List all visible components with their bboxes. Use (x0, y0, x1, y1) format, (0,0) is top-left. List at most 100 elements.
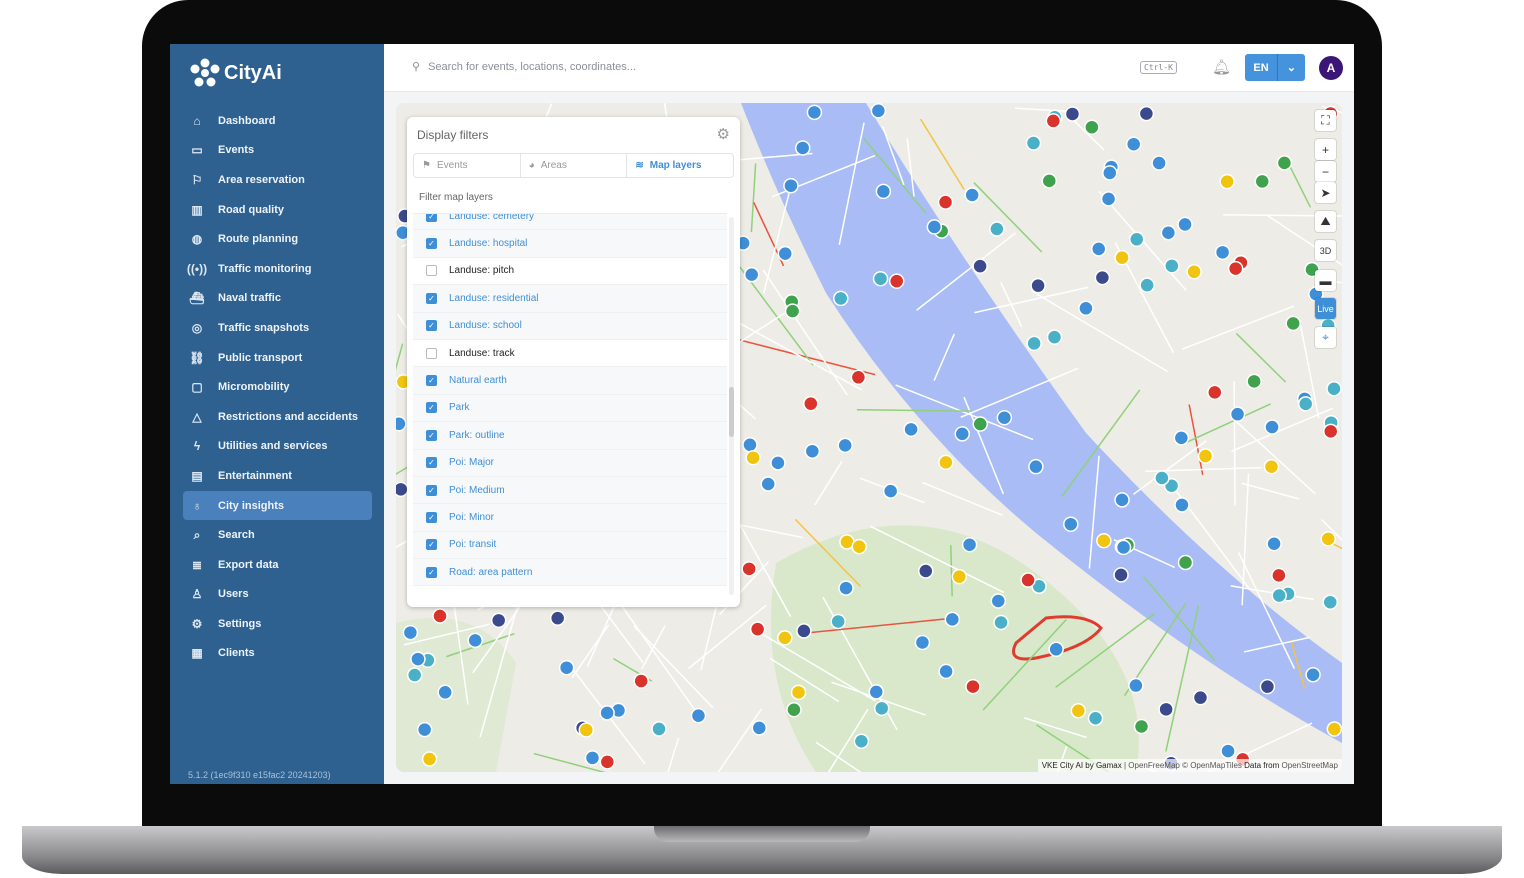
map-marker[interactable] (1220, 743, 1236, 759)
map-marker[interactable] (558, 659, 575, 676)
map-marker[interactable] (837, 437, 853, 454)
map-marker[interactable] (784, 303, 801, 319)
map-marker[interactable] (396, 416, 407, 432)
map-marker[interactable] (1177, 216, 1193, 233)
map-marker[interactable] (870, 103, 887, 119)
map-marker[interactable] (1078, 300, 1094, 317)
layer-row[interactable]: ✓ Poi: Medium (413, 476, 727, 505)
map-marker[interactable] (990, 593, 1007, 609)
map-marker[interactable] (1026, 335, 1042, 352)
map-marker[interactable] (965, 678, 981, 695)
locate-icon[interactable]: ⌖ (1315, 327, 1336, 348)
layer-row[interactable]: ✓ Park: outline (413, 422, 727, 450)
map-marker[interactable] (1271, 567, 1287, 584)
map-marker[interactable] (1207, 384, 1223, 401)
map-marker[interactable] (1173, 430, 1190, 446)
map-marker[interactable] (1322, 423, 1339, 440)
scrollbar[interactable] (729, 217, 734, 595)
map-marker[interactable] (416, 721, 433, 738)
map-marker[interactable] (1138, 105, 1155, 122)
map-marker[interactable] (1128, 677, 1144, 694)
map-marker[interactable] (1322, 594, 1339, 610)
map-marker[interactable] (1064, 106, 1081, 122)
map-marker[interactable] (1326, 721, 1342, 737)
map-marker[interactable] (741, 561, 757, 577)
map-marker[interactable] (1087, 710, 1104, 727)
sidebar-item-utilities-and-services[interactable]: ϟ Utilities and services (183, 432, 372, 462)
map-marker[interactable] (1046, 329, 1063, 345)
checkbox[interactable]: ✓ (426, 511, 437, 523)
map-marker[interactable] (1263, 458, 1280, 475)
map-marker[interactable] (410, 651, 426, 667)
map-marker[interactable] (599, 754, 616, 770)
zoom-in-button[interactable]: + (1315, 139, 1336, 160)
layer-row[interactable]: ✓ Poi: Major (413, 449, 727, 477)
map-marker[interactable] (1125, 136, 1142, 152)
map-marker[interactable] (914, 634, 931, 651)
layer-row[interactable]: ✓ Landuse: cemetery (413, 214, 727, 231)
avatar[interactable]: A (1319, 56, 1343, 80)
map-marker[interactable] (1158, 701, 1174, 718)
map-marker[interactable] (996, 409, 1013, 426)
map-marker[interactable] (1164, 258, 1180, 274)
map-marker[interactable] (633, 673, 649, 689)
map[interactable]: Display filters ⚙ ⚑ Events ◕ Areas ≋ Map la… (396, 103, 1342, 772)
map-marker[interactable] (1259, 678, 1276, 695)
checkbox[interactable]: ✓ (426, 238, 437, 250)
map-marker[interactable] (1020, 572, 1036, 588)
layer-row[interactable]: ✓ Landuse: hospital (413, 230, 727, 258)
map-marker[interactable] (806, 104, 823, 121)
checkbox[interactable] (426, 265, 437, 277)
map-marker[interactable] (1214, 244, 1231, 261)
sidebar-item-public-transport[interactable]: ⛓ Public transport (183, 343, 372, 373)
sidebar-item-events[interactable]: ▭ Events (183, 136, 372, 166)
map-marker[interactable] (1084, 119, 1100, 135)
sidebar-item-entertainment[interactable]: ▤ Entertainment (183, 461, 372, 491)
map-marker[interactable] (851, 538, 867, 555)
3d-button[interactable]: 3D (1315, 240, 1336, 261)
map-marker[interactable] (1128, 231, 1145, 248)
map-marker[interactable] (1160, 224, 1177, 241)
map-marker[interactable] (584, 750, 601, 766)
map-marker[interactable] (853, 733, 870, 750)
layer-row[interactable]: ✓ Natural earth (413, 367, 727, 395)
map-marker[interactable] (961, 536, 978, 553)
chevron-down-icon[interactable]: ⌄ (1277, 54, 1305, 81)
zoom-out-button[interactable]: − (1315, 161, 1336, 182)
terrain-button[interactable]: ⛰ (1315, 211, 1336, 232)
sidebar-item-naval-traffic[interactable]: ⛴ Naval traffic (183, 284, 372, 314)
layer-row[interactable]: ✓ Landuse: school (413, 312, 727, 340)
sidebar-item-clients[interactable]: ▦ Clients (183, 639, 372, 669)
map-marker[interactable] (989, 221, 1005, 237)
map-marker[interactable] (903, 421, 919, 438)
map-marker[interactable] (804, 443, 821, 459)
map-marker[interactable] (944, 611, 961, 628)
checkbox[interactable] (426, 347, 437, 359)
tab-map-layers[interactable]: ≋ Map layers (627, 154, 733, 177)
checkbox[interactable]: ✓ (426, 292, 437, 304)
map-marker[interactable] (1094, 269, 1111, 286)
map-marker[interactable] (437, 684, 453, 701)
map-marker[interactable] (1266, 536, 1282, 552)
tab-events[interactable]: ⚑ Events (414, 154, 521, 177)
map-marker[interactable] (873, 700, 890, 717)
checkbox[interactable]: ✓ (426, 214, 437, 222)
map-marker[interactable] (1045, 113, 1062, 129)
fullscreen-button[interactable]: ⛶ (1315, 110, 1336, 131)
map-marker[interactable] (1326, 381, 1342, 397)
language-value[interactable]: EN (1245, 54, 1277, 81)
map-marker[interactable] (954, 426, 970, 442)
map-marker[interactable] (1271, 587, 1287, 604)
map-marker[interactable] (1090, 241, 1107, 257)
map-marker[interactable] (803, 395, 819, 412)
map-marker[interactable] (742, 437, 758, 453)
sidebar-item-route-planning[interactable]: ◍ Route planning (183, 224, 372, 254)
map-marker[interactable] (1139, 277, 1155, 293)
map-marker[interactable] (926, 219, 943, 235)
attribution-osm[interactable]: OpenStreetMap (1282, 761, 1338, 770)
map-marker[interactable] (850, 369, 867, 386)
map-marker[interactable] (1096, 532, 1112, 549)
map-marker[interactable] (796, 623, 812, 639)
map-marker[interactable] (578, 722, 595, 738)
map-marker[interactable] (794, 140, 811, 156)
